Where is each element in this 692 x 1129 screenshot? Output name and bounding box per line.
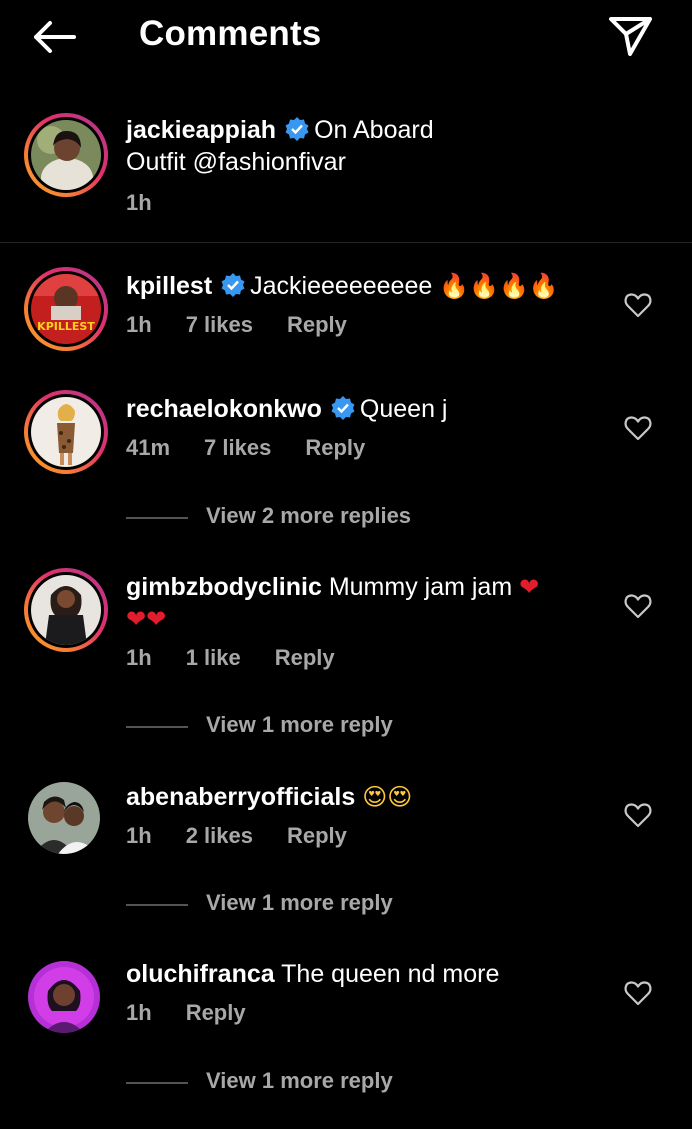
avatar[interactable] [24,390,108,474]
red-heart-emoji: ❤❤ [126,605,167,633]
comment-username[interactable]: rechaelokonkwo [126,395,322,423]
caption-text-line2: Outfit @fashionfivar [126,148,346,176]
avatar-logo-text: KPILLEST [37,320,95,333]
avatar[interactable] [28,961,100,1033]
comment-text: Queen j [359,395,448,423]
replies-rule [126,1082,188,1084]
like-heart-icon[interactable] [624,593,652,619]
avatar[interactable] [28,782,100,854]
caption-username[interactable]: jackieappiah [126,116,276,144]
comment-text: Jackieeeeeeeee [250,272,433,300]
comment-time: 1h [126,1000,152,1025]
view-replies-label: View 1 more reply [206,712,393,737]
comment-time: 1h [126,312,152,337]
comment: abenaberryofficials 😍😍 1h 2 likes Reply [126,781,606,849]
fire-emoji: 🔥🔥🔥🔥 [439,272,559,300]
like-heart-icon[interactable] [624,980,652,1006]
comment-username[interactable]: kpillest [126,272,212,300]
avatar[interactable] [24,113,108,197]
comment: oluchifranca The queen nd more 1h Reply [126,958,606,1026]
caption-time: 1h [126,190,152,215]
comment-likes[interactable]: 1 like [186,645,241,670]
comment-likes[interactable]: 2 likes [186,823,253,848]
comment: gimbzbodyclinic Mummy jam jam ❤ ❤❤ 1h 1 l… [126,571,606,671]
view-replies-label: View 1 more reply [206,890,393,915]
avatar[interactable]: KPILLEST [24,267,108,351]
view-replies-label: View 1 more reply [206,1068,393,1093]
comment-username[interactable]: oluchifranca [126,960,275,988]
comment: rechaelokonkwo Queen j 41m 7 likes Reply [126,393,606,461]
comment-text: The queen nd more [281,960,500,988]
comment: kpillest Jackieeeeeeeee 🔥🔥🔥🔥 1h 7 likes Rep… [126,270,606,338]
reply-button[interactable]: Reply [287,312,347,337]
comment-likes[interactable]: 7 likes [186,312,253,337]
comment-time: 41m [126,435,171,460]
like-heart-icon[interactable] [624,292,652,318]
like-heart-icon[interactable] [624,802,652,828]
like-heart-icon[interactable] [624,415,652,441]
caption-text: On Aboard [314,116,434,144]
comment-username[interactable]: abenaberryofficials [126,783,355,811]
replies-rule [126,904,188,906]
comment-text: Mummy jam jam [328,573,513,601]
replies-rule [126,517,188,519]
reply-button[interactable]: Reply [186,1000,246,1025]
heart-eyes-emoji: 😍😍 [362,783,413,811]
reply-button[interactable]: Reply [305,435,365,460]
comment-time: 1h [126,645,152,670]
back-arrow-icon[interactable] [28,14,80,60]
send-icon[interactable] [604,12,656,58]
verified-badge-icon [221,273,245,297]
reply-button[interactable]: Reply [287,823,347,848]
divider [0,242,692,243]
post-caption: jackieappiah On Aboard Outfit @fashionfiv… [126,114,646,216]
verified-badge-icon [331,396,355,420]
verified-badge-icon [285,117,309,141]
comment-username[interactable]: gimbzbodyclinic [126,573,322,601]
avatar[interactable] [24,568,108,652]
comment-time: 1h [126,823,152,848]
view-replies-label: View 2 more replies [206,503,412,528]
top-bar: Comments [0,0,692,80]
reply-button[interactable]: Reply [275,645,335,670]
comment-likes[interactable]: 7 likes [204,435,271,460]
replies-rule [126,726,188,728]
red-heart-emoji: ❤ [519,573,540,601]
page-title: Comments [139,14,322,53]
